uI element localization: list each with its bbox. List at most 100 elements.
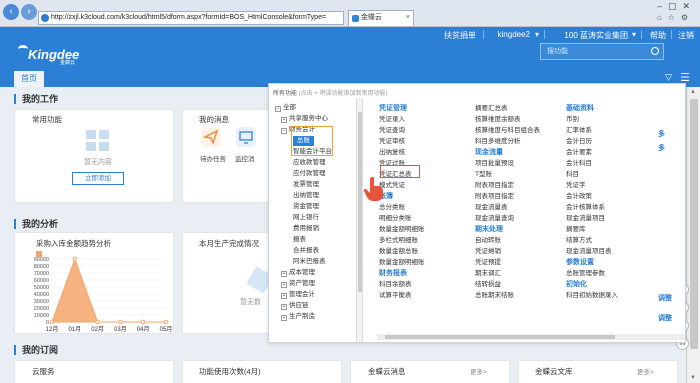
tree-item[interactable]: 出纳管理 bbox=[293, 191, 319, 201]
function-item[interactable]: 凭证字 bbox=[566, 180, 618, 191]
tree-item[interactable]: 阿米巴报表 bbox=[293, 257, 326, 267]
tree-item[interactable]: − 全部 bbox=[275, 103, 296, 113]
expand-icon[interactable]: + bbox=[281, 117, 287, 123]
data-point[interactable] bbox=[118, 319, 123, 325]
function-item[interactable]: 币别 bbox=[566, 114, 618, 125]
expand-icon[interactable]: + bbox=[281, 282, 287, 288]
help-link[interactable]: 帮助 bbox=[650, 30, 666, 41]
tree-item[interactable]: 合并报表 bbox=[293, 246, 319, 256]
search-icon[interactable] bbox=[651, 47, 659, 55]
tree-item[interactable]: + 成本管理 bbox=[281, 268, 315, 278]
address-bar[interactable]: http://zxjl.k3cloud.com/k3cloud/html5/df… bbox=[38, 11, 344, 25]
function-item[interactable]: 会计核算体系 bbox=[566, 202, 618, 213]
function-item[interactable]: 现金流量项目表 bbox=[566, 246, 618, 257]
tree-item[interactable]: + 资产管理 bbox=[281, 279, 315, 289]
data-point[interactable] bbox=[72, 256, 78, 262]
tree-item[interactable]: 应收款管理 bbox=[293, 158, 326, 168]
function-item[interactable]: 自动转账 bbox=[475, 235, 540, 246]
tree-item[interactable]: 费用报销 bbox=[293, 224, 319, 234]
function-item[interactable]: 会计科目 bbox=[566, 158, 618, 169]
function-item[interactable]: 科目初始数据录入 bbox=[566, 290, 618, 301]
window-controls[interactable]: –▢✕ bbox=[657, 1, 696, 12]
function-item[interactable]: 科目多维度分析 bbox=[475, 136, 540, 147]
function-item[interactable]: T型账 bbox=[475, 169, 540, 180]
function-item[interactable]: 出纳复核 bbox=[379, 147, 425, 158]
function-item[interactable]: 现金流量表 bbox=[475, 202, 540, 213]
close-tab-icon[interactable]: × bbox=[406, 11, 410, 25]
data-point[interactable] bbox=[140, 319, 146, 325]
function-item[interactable]: 会计要素 bbox=[566, 147, 618, 158]
function-item[interactable]: 摘要库 bbox=[566, 224, 618, 235]
function-item[interactable]: 模式凭证 bbox=[379, 180, 425, 191]
browser-tab[interactable]: 金蝶云 × bbox=[348, 10, 414, 26]
tree-item[interactable]: + 供应链 bbox=[281, 301, 309, 311]
panel-hscrollbar[interactable] bbox=[377, 334, 685, 340]
tree-item[interactable]: + 生产制造 bbox=[281, 312, 315, 322]
org-chevron-icon[interactable]: ▾ bbox=[632, 30, 636, 39]
browser-tools-icons[interactable]: ⌂☆⚙ bbox=[657, 13, 694, 22]
data-point[interactable] bbox=[163, 319, 169, 325]
add-now-button[interactable]: 立即添加 bbox=[72, 172, 124, 185]
function-item[interactable]: 科目 bbox=[566, 169, 618, 180]
collapse-icon[interactable]: − bbox=[281, 128, 287, 134]
tab-home[interactable]: 首页 bbox=[14, 71, 44, 87]
monitor-icon[interactable] bbox=[236, 127, 256, 147]
monitor-label[interactable]: 监控消 bbox=[235, 153, 255, 163]
function-item[interactable]: 附表项目指定 bbox=[475, 191, 540, 202]
scroll-down-icon[interactable]: ▼ bbox=[690, 375, 696, 381]
data-point[interactable] bbox=[49, 319, 55, 325]
function-item[interactable]: 结算方式 bbox=[566, 235, 618, 246]
function-item[interactable]: 数量金额明细账 bbox=[379, 224, 425, 235]
org-selector[interactable]: 100 蓝涛实业集团 bbox=[564, 30, 628, 41]
scroll-thumb[interactable] bbox=[690, 99, 698, 349]
panel-scroll-thumb[interactable] bbox=[358, 112, 362, 292]
function-item[interactable]: 总账管理参数 bbox=[566, 268, 618, 279]
expand-icon[interactable]: + bbox=[281, 271, 287, 277]
header-link-0[interactable]: 扶贫捐单 bbox=[444, 30, 476, 41]
function-item[interactable]: 总分类账 bbox=[379, 202, 425, 213]
search-input[interactable]: 搜功能 bbox=[540, 43, 664, 60]
panel-hscroll-thumb[interactable] bbox=[385, 335, 615, 339]
tree-item[interactable]: 发票管理 bbox=[293, 180, 319, 190]
function-item[interactable]: 核算维度余额表 bbox=[475, 114, 540, 125]
function-item[interactable]: 结转损益 bbox=[475, 279, 540, 290]
function-item[interactable]: 试算平衡表 bbox=[379, 290, 425, 301]
function-item[interactable]: 会计政策 bbox=[566, 191, 618, 202]
scroll-up-icon[interactable]: ▲ bbox=[690, 89, 696, 95]
panel-splitter[interactable] bbox=[356, 98, 363, 342]
expand-icon[interactable]: + bbox=[281, 293, 287, 299]
user-menu[interactable]: kingdee2 bbox=[498, 30, 530, 39]
function-item[interactable]: 总账期末结账 bbox=[475, 290, 540, 301]
function-item[interactable]: 摘要汇总表 bbox=[475, 103, 540, 114]
collapse-icon[interactable]: ▽ bbox=[665, 72, 672, 83]
function-item[interactable]: 现金流量项目 bbox=[566, 213, 618, 224]
user-menu-chevron-icon[interactable]: ▾ bbox=[535, 30, 539, 39]
function-item[interactable]: 多栏式明细账 bbox=[379, 235, 425, 246]
news-more-link[interactable]: 更多> bbox=[470, 366, 487, 376]
library-more-link[interactable]: 更多> bbox=[637, 366, 654, 376]
tree-item[interactable]: 网上银行 bbox=[293, 213, 319, 223]
todo-label[interactable]: 待办任务 bbox=[200, 153, 226, 163]
paper-plane-icon[interactable] bbox=[201, 127, 221, 147]
function-item[interactable]: 会计日历 bbox=[566, 136, 618, 147]
function-item[interactable]: 凭证查询 bbox=[379, 125, 425, 136]
function-item[interactable]: 凭证预提 bbox=[475, 257, 540, 268]
function-item[interactable]: 数量金额总账 bbox=[379, 246, 425, 257]
back-icon[interactable]: ‹ bbox=[3, 4, 19, 20]
function-item[interactable]: 明细分类账 bbox=[379, 213, 425, 224]
function-item[interactable]: 凭证摊销 bbox=[475, 246, 540, 257]
function-item[interactable]: 现金流量查询 bbox=[475, 213, 540, 224]
expand-icon[interactable]: + bbox=[281, 315, 287, 321]
function-item[interactable]: 凭证审核 bbox=[379, 136, 425, 147]
tree-item[interactable]: + 管理会计 bbox=[281, 290, 315, 300]
function-item[interactable]: 项目批量预设 bbox=[475, 158, 540, 169]
tree-item[interactable]: 应付款管理 bbox=[293, 169, 326, 179]
tree-item[interactable]: 资金管理 bbox=[293, 202, 319, 212]
tree-item[interactable]: 报表 bbox=[293, 235, 306, 245]
function-item[interactable]: 核算维度与科目组合表 bbox=[475, 125, 540, 136]
forward-icon[interactable]: › bbox=[21, 4, 37, 20]
expand-icon[interactable]: + bbox=[281, 304, 287, 310]
data-point[interactable] bbox=[95, 319, 100, 325]
function-item[interactable]: 汇率体系 bbox=[566, 125, 618, 136]
function-item[interactable]: 附表项目指定 bbox=[475, 180, 540, 191]
